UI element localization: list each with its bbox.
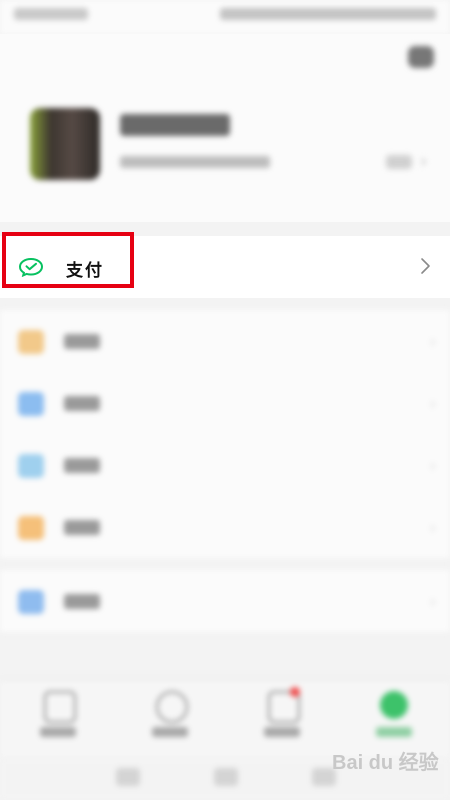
menu-item-cards[interactable]: › xyxy=(0,434,450,496)
chevron-right-icon: › xyxy=(429,394,436,413)
home-nav-icon[interactable] xyxy=(214,768,238,786)
tab-discover[interactable] xyxy=(252,687,312,751)
profile-status-badge[interactable] xyxy=(386,155,412,169)
status-indicators xyxy=(220,8,436,20)
menu-item-favorites[interactable]: › xyxy=(0,310,450,372)
chevron-right-icon: › xyxy=(429,592,436,611)
watermark: Bai du 经验 xyxy=(332,752,439,774)
menu-item-settings[interactable]: › xyxy=(0,570,450,632)
tab-label xyxy=(264,727,300,737)
pay-highlight-box xyxy=(2,232,134,288)
profile-nickname xyxy=(120,114,230,136)
menu-item-stickers[interactable]: › xyxy=(0,496,450,558)
tab-chats[interactable] xyxy=(28,691,88,751)
chevron-right-icon xyxy=(421,258,430,274)
tab-contacts[interactable] xyxy=(140,691,200,751)
menu-group: › › › › xyxy=(0,310,450,558)
cards-icon xyxy=(18,454,44,478)
stickers-icon xyxy=(18,516,44,540)
avatar[interactable] xyxy=(30,108,100,180)
profile-chevron-icon: › xyxy=(420,151,428,172)
menu-item-label xyxy=(64,334,100,349)
chevron-right-icon: › xyxy=(429,456,436,475)
settings-group: › xyxy=(0,570,450,632)
tab-label xyxy=(152,727,188,737)
favorites-icon xyxy=(18,330,44,354)
menu-item-moments[interactable]: › xyxy=(0,372,450,434)
tab-label xyxy=(376,727,412,737)
moments-icon xyxy=(18,392,44,416)
tab-label xyxy=(40,727,76,737)
menu-nav-icon[interactable] xyxy=(116,768,140,786)
menu-item-label xyxy=(64,458,100,473)
profile-card[interactable]: › xyxy=(0,34,450,222)
menu-item-label xyxy=(64,520,100,535)
chevron-right-icon: › xyxy=(429,518,436,537)
chevron-right-icon: › xyxy=(429,332,436,351)
menu-item-label xyxy=(64,594,100,609)
settings-icon xyxy=(18,590,44,614)
badge-dot xyxy=(290,687,300,697)
status-carrier xyxy=(14,8,88,20)
profile-wechat-id xyxy=(120,156,270,168)
status-bar xyxy=(0,0,450,34)
menu-item-label xyxy=(64,396,100,411)
chats-icon xyxy=(44,691,76,723)
contacts-icon xyxy=(156,691,188,723)
camera-icon[interactable] xyxy=(408,46,434,68)
me-icon xyxy=(380,691,408,719)
tab-me[interactable] xyxy=(364,691,424,751)
